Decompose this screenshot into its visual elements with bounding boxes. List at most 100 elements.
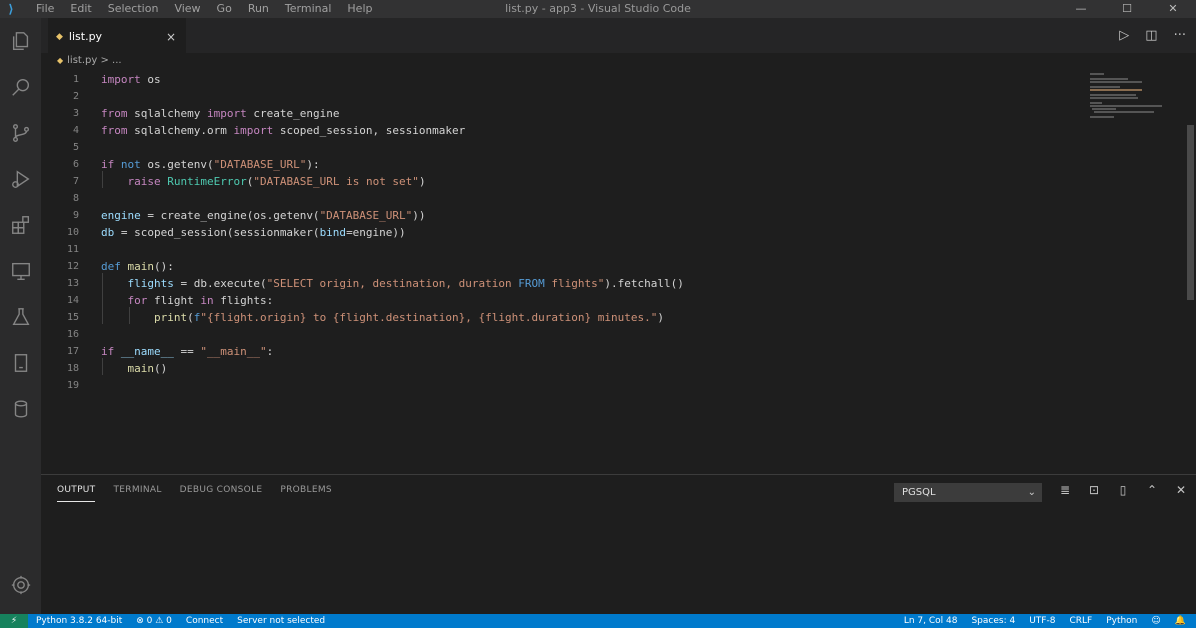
settings-gear-icon[interactable] <box>0 562 41 608</box>
minimize-button[interactable]: — <box>1058 0 1104 18</box>
breadcrumb: ◆ list.py > ... <box>41 53 1081 69</box>
tab-debug-console[interactable]: DEBUG CONSOLE <box>180 485 263 502</box>
maximize-button[interactable]: ☐ <box>1104 0 1150 18</box>
code-line[interactable]: 3 from sqlalchemy import create_engine <box>41 105 1081 122</box>
tab-problems[interactable]: PROBLEMS <box>280 485 332 502</box>
menu-run[interactable]: Run <box>240 0 277 18</box>
code-token: in <box>200 294 214 307</box>
testing-icon[interactable] <box>0 294 41 340</box>
notifications-icon[interactable]: 🔔 <box>1175 614 1186 628</box>
code-token: flight <box>147 294 201 307</box>
code-line[interactable]: 5 <box>41 139 1081 156</box>
code-token: ) <box>657 311 664 324</box>
database-icon[interactable] <box>0 386 41 432</box>
minimap-line <box>1090 89 1142 91</box>
explorer-icon[interactable] <box>0 18 41 64</box>
code-line[interactable]: 1 import os <box>41 71 1081 88</box>
code-token: flights: <box>213 294 274 307</box>
close-panel-icon[interactable]: ✕ <box>1173 483 1189 497</box>
tab-output[interactable]: OUTPUT <box>57 485 96 502</box>
breadcrumb-file[interactable]: list.py <box>67 55 97 66</box>
code-token: () <box>154 362 168 375</box>
server-status[interactable]: Server not selected <box>237 614 325 628</box>
menu-help[interactable]: Help <box>339 0 380 18</box>
code-line[interactable]: 12 def main(): <box>41 258 1081 275</box>
end-of-line[interactable]: CRLF <box>1069 614 1092 628</box>
code-line[interactable]: 16 <box>41 326 1081 343</box>
remote-explorer-icon[interactable] <box>0 248 41 294</box>
tab-list-py[interactable]: ◆ list.py × <box>48 18 186 54</box>
code-line[interactable]: 14 for flight in flights: <box>41 292 1081 309</box>
code-token: "DATABASE_URL is not set" <box>253 175 419 188</box>
line-number: 8 <box>72 193 79 204</box>
feedback-icon[interactable]: ☺ <box>1151 614 1160 628</box>
maximize-panel-icon[interactable]: ⌃ <box>1144 483 1160 497</box>
code-line[interactable]: 15 print(f"{flight.origin} to {flight.de… <box>41 309 1081 326</box>
menu-view[interactable]: View <box>166 0 208 18</box>
python-interpreter[interactable]: Python 3.8.2 64-bit <box>36 614 122 628</box>
run-debug-icon[interactable] <box>0 156 41 202</box>
line-number: 11 <box>66 244 79 255</box>
close-tab-icon[interactable]: × <box>166 30 176 44</box>
menu-edit[interactable]: Edit <box>62 0 99 18</box>
extensions-icon[interactable] <box>0 202 41 248</box>
source-control-icon[interactable] <box>0 110 41 156</box>
output-channel-select[interactable]: PGSQL ⌄ <box>894 483 1042 502</box>
tab-terminal[interactable]: TERMINAL <box>113 485 161 502</box>
scrollbar-thumb[interactable] <box>1187 125 1194 300</box>
code-text: print(f"{flight.origin} to {flight.desti… <box>101 309 664 326</box>
close-window-button[interactable]: ✕ <box>1150 0 1196 18</box>
code-editor[interactable]: 1 import os 2 3 from sqlalchemy import creat… <box>41 69 1081 474</box>
run-file-icon[interactable]: ▷ <box>1119 28 1129 43</box>
status-left: Python 3.8.2 64-bit ⊗ 0 ⚠ 0 Connect Serv… <box>36 614 325 628</box>
menu-terminal[interactable]: Terminal <box>277 0 340 18</box>
connect-button[interactable]: Connect <box>186 614 223 628</box>
code-token: main <box>120 260 154 273</box>
line-number: 5 <box>72 142 79 153</box>
problems-count[interactable]: ⊗ 0 ⚠ 0 <box>136 614 172 628</box>
line-number: 6 <box>72 159 79 170</box>
code-line[interactable]: 11 <box>41 241 1081 258</box>
menu-selection[interactable]: Selection <box>100 0 167 18</box>
activity-bar <box>0 18 41 614</box>
code-token: db <box>101 226 115 239</box>
code-text: engine = create_engine(os.getenv("DATABA… <box>101 207 426 224</box>
encoding[interactable]: UTF-8 <box>1029 614 1055 628</box>
breadcrumb-sep[interactable]: > ... <box>100 55 121 66</box>
code-line[interactable]: 7 raise RuntimeError("DATABASE_URL is no… <box>41 173 1081 190</box>
code-line[interactable]: 4 from sqlalchemy.orm import scoped_sessi… <box>41 122 1081 139</box>
notebook-icon[interactable] <box>0 340 41 386</box>
menu-go[interactable]: Go <box>209 0 240 18</box>
code-line[interactable]: 2 <box>41 88 1081 105</box>
minimap[interactable] <box>1086 69 1186 474</box>
remote-indicator-icon[interactable]: ⚡ <box>0 614 28 628</box>
language-mode[interactable]: Python <box>1106 614 1137 628</box>
open-output-icon[interactable]: ▯ <box>1115 483 1131 497</box>
cursor-position[interactable]: Ln 7, Col 48 <box>904 614 958 628</box>
code-line[interactable]: 8 <box>41 190 1081 207</box>
code-token: "{flight.origin} to {flight.destination}… <box>200 311 658 324</box>
code-line[interactable]: 9 engine = create_engine(os.getenv("DATAB… <box>41 207 1081 224</box>
editor-scrollbar[interactable] <box>1186 69 1196 474</box>
code-line[interactable]: 10 db = scoped_session(sessionmaker(bind=… <box>41 224 1081 241</box>
code-line[interactable]: 18 main() <box>41 360 1081 377</box>
code-line[interactable]: 6 if not os.getenv("DATABASE_URL"): <box>41 156 1081 173</box>
search-icon[interactable] <box>0 64 41 110</box>
code-token: __name__ <box>114 345 174 358</box>
clear-output-icon[interactable]: ≣ <box>1057 483 1073 497</box>
indentation[interactable]: Spaces: 4 <box>971 614 1015 628</box>
code-line[interactable]: 17 if __name__ == "__main__": <box>41 343 1081 360</box>
split-editor-icon[interactable]: ◫ <box>1145 28 1157 43</box>
code-text: for flight in flights: <box>101 292 274 309</box>
code-line[interactable]: 19 <box>41 377 1081 394</box>
code-token: sqlalchemy <box>127 107 207 120</box>
lock-scroll-icon[interactable]: ⊡ <box>1086 483 1102 497</box>
line-number: 14 <box>66 295 79 306</box>
code-token: ( <box>187 311 194 324</box>
menu-file[interactable]: File <box>28 0 62 18</box>
code-line[interactable]: 13 flights = db.execute("SELECT origin, … <box>41 275 1081 292</box>
code-token: flights <box>127 277 174 290</box>
more-actions-icon[interactable]: ··· <box>1174 28 1186 43</box>
